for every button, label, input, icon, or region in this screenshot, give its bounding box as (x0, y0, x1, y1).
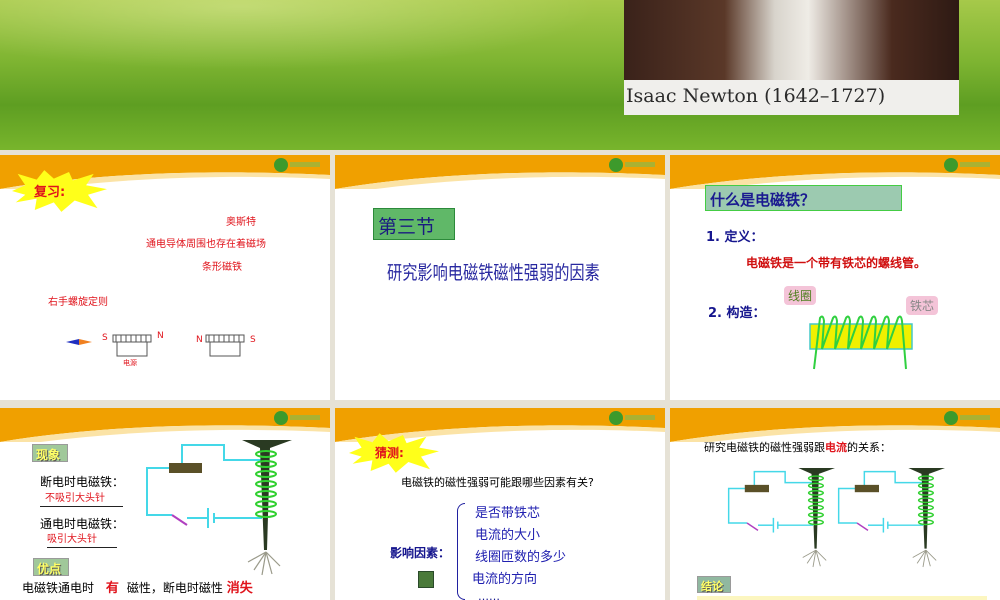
logo-icon (609, 158, 657, 172)
solenoid-icon (112, 334, 152, 357)
portrait-caption: Isaac Newton (1642–1727) (624, 80, 959, 115)
logo-icon (274, 158, 322, 172)
phenomenon-label: 现象 (32, 444, 68, 462)
experiment-title: 研究电磁铁的磁性强弱跟电流的关系： (704, 441, 891, 454)
slide-review[interactable]: 复习: 奥斯特 通电导体周围也存在着磁场 条形磁铁 右手螺旋定则 S N 电源 … (0, 155, 330, 400)
slide-section-title[interactable]: 第三节 研究影响电磁铁磁性强弱的因素 (335, 155, 665, 400)
summary-answer: 有 (105, 581, 119, 596)
logo-icon (944, 411, 992, 425)
circuit-diagram-low-current (727, 468, 835, 568)
hypothesis-question: 电磁铁的磁性强弱可能跟哪些因素有关? (401, 476, 594, 489)
power-off-answer: 不吸引大头针 (40, 489, 123, 507)
logo-icon (944, 158, 992, 172)
slide-heading: 什么是电磁铁？ (705, 185, 902, 211)
action-button[interactable] (418, 571, 434, 588)
conclusion-label: 结论 (697, 576, 731, 593)
solenoid-icon (205, 334, 245, 357)
power-off-label: 断电时电磁铁： (40, 475, 125, 489)
factor-item: 电流的大小 (475, 528, 541, 543)
factor-item: …… (478, 590, 500, 600)
coil2-right-pole: S (250, 335, 256, 345)
circuit-diagram (146, 440, 292, 576)
review-line: 奥斯特 (226, 217, 256, 228)
review-line: 条形磁铁 (202, 262, 242, 273)
slide-what-is-electromagnet[interactable]: 什么是电磁铁？ 1. 定义： 电磁铁是一个带有铁芯的螺线管。 2. 构造： 线圈… (670, 155, 1000, 400)
power-source-label: 电源 (123, 359, 137, 367)
hypothesis-label: 猜测: (375, 446, 404, 460)
coil2-left-pole: N (196, 335, 203, 345)
brace-icon (457, 503, 465, 600)
compass-needle-icon (66, 339, 92, 345)
slide-hypothesis[interactable]: 猜测: 电磁铁的磁性强弱可能跟哪些因素有关? 影响因素： 是否带铁芯 电流的大小… (335, 408, 665, 600)
structure-label: 2. 构造： (708, 306, 766, 321)
factors-label: 影响因素： (390, 546, 451, 560)
summary-part: 电磁铁通电时 (22, 581, 95, 595)
review-line: 右手螺旋定则 (48, 297, 108, 308)
coil1-left-pole: S (102, 333, 108, 343)
slide-phenomenon[interactable]: 现象 断电时电磁铁： 不吸引大头针 通电时电磁铁： 吸引大头针 优点 电磁铁通电… (0, 408, 330, 600)
electromagnet-diagram (809, 315, 913, 370)
logo-icon (274, 411, 322, 425)
factor-item: 线圈匝数的多少 (475, 550, 567, 565)
coil1-right-pole: N (157, 331, 164, 341)
circuit-diagram-high-current (837, 468, 945, 568)
advantage-label: 优点 (33, 558, 69, 576)
coil-callout: 线圈 (784, 286, 817, 305)
factor-item: 是否带铁芯 (475, 506, 541, 521)
grass-banner: Isaac Newton (1642–1727) (0, 0, 1000, 150)
power-on-answer: 吸引大头针 (47, 530, 117, 548)
newton-portrait: Isaac Newton (1642–1727) (624, 0, 959, 115)
logo-icon (609, 411, 657, 425)
definition-text: 电磁铁是一个带有铁芯的螺线管。 (746, 256, 927, 270)
factor-item: 电流的方向 (472, 572, 538, 587)
definition-label: 1. 定义： (706, 230, 764, 245)
review-label: 复习: (34, 185, 66, 200)
review-line: 通电导体周围也存在着磁场 (146, 239, 266, 250)
conclusion-field (697, 596, 987, 600)
section-label: 第三节 (373, 208, 455, 240)
slide-current-experiment[interactable]: 研究电磁铁的磁性强弱跟电流的关系： 结论 (670, 408, 1000, 600)
section-title: 研究影响电磁铁磁性强弱的因素 (387, 262, 600, 284)
